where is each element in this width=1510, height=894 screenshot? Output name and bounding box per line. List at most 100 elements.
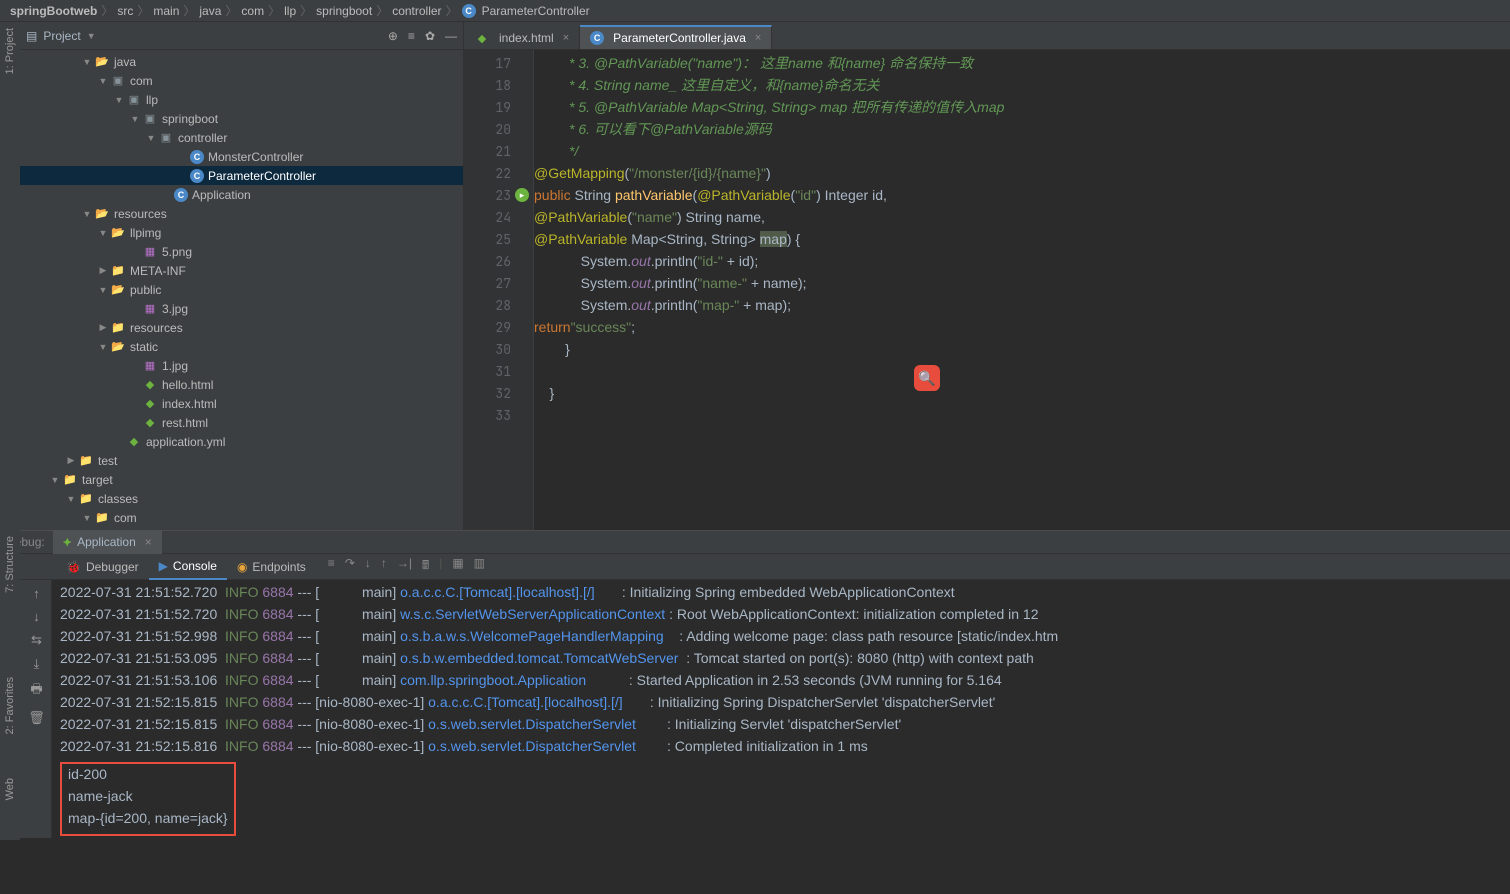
wrap-icon[interactable]: ⇆ xyxy=(31,632,42,648)
tree-item[interactable]: ▼📂llpimg xyxy=(20,223,463,242)
line-number[interactable]: 24 xyxy=(464,206,533,228)
tree-item[interactable]: ◆application.yml xyxy=(20,432,463,451)
project-tree[interactable]: ▼📂java▼▣com▼▣llp▼▣springboot▼▣controller… xyxy=(20,50,463,530)
log-line: 2022-07-31 21:52:15.815 INFO 6884 --- [n… xyxy=(60,694,1502,716)
endpoints-tab[interactable]: ◉Endpoints xyxy=(227,554,316,580)
close-icon[interactable]: × xyxy=(563,32,569,44)
favorites-tool-button[interactable]: 2: Favorites xyxy=(4,677,16,734)
down-icon[interactable]: ↓ xyxy=(33,609,40,624)
tree-item[interactable]: ▶📁META-INF xyxy=(20,261,463,280)
line-number[interactable]: 26 xyxy=(464,250,533,272)
step-into-icon[interactable]: ↓ xyxy=(365,556,371,577)
line-number[interactable]: 29 xyxy=(464,316,533,338)
tree-item[interactable]: ▦1.jpg xyxy=(20,356,463,375)
tree-item[interactable]: CMonsterController xyxy=(20,147,463,166)
console-output[interactable]: 2022-07-31 21:51:52.720 INFO 6884 --- [ … xyxy=(52,580,1510,838)
tree-label: 5.png xyxy=(162,245,192,259)
line-number[interactable]: 25 xyxy=(464,228,533,250)
close-icon[interactable]: × xyxy=(755,32,761,44)
folder-icon: 📁 xyxy=(110,264,126,278)
tree-item[interactable]: ▼📂resources xyxy=(20,204,463,223)
close-icon[interactable]: × xyxy=(145,535,152,549)
tree-item[interactable]: ▦5.png xyxy=(20,242,463,261)
layout2-icon[interactable]: ▥ xyxy=(474,556,485,577)
line-number[interactable]: 19 xyxy=(464,96,533,118)
crumb[interactable]: main xyxy=(153,4,179,18)
search-badge-icon[interactable]: 🔍 xyxy=(914,365,940,391)
dropdown-icon[interactable]: ▼ xyxy=(87,31,96,41)
tree-item[interactable]: C Application xyxy=(20,185,463,204)
expand-icon[interactable]: ≡ xyxy=(408,29,415,43)
line-number[interactable]: 30 xyxy=(464,338,533,360)
crumb[interactable]: llp xyxy=(284,4,296,18)
line-number[interactable]: 28 xyxy=(464,294,533,316)
tree-item[interactable]: CParameterController xyxy=(20,166,463,185)
line-number[interactable]: 18 xyxy=(464,74,533,96)
step-icon[interactable]: ≡ xyxy=(328,556,335,577)
tree-item[interactable]: ▼📂public xyxy=(20,280,463,299)
console-tab[interactable]: ▶Console xyxy=(149,554,227,580)
class-icon: C xyxy=(190,150,204,164)
print-icon[interactable]: 🖶 xyxy=(30,680,42,702)
clear-icon[interactable]: 🗑 xyxy=(28,710,45,726)
tree-label: Application xyxy=(192,188,251,202)
tree-item[interactable]: ▼▣springboot xyxy=(20,109,463,128)
web-tool-button[interactable]: Web xyxy=(4,778,16,800)
evaluate-icon[interactable]: 🖩 xyxy=(422,556,429,577)
tree-item[interactable]: ▼📁classes xyxy=(20,489,463,508)
tree-item[interactable]: ▼▣llp xyxy=(20,90,463,109)
tree-item[interactable]: ▼📂java xyxy=(20,52,463,71)
tree-item[interactable]: ▼📁target xyxy=(20,470,463,489)
tree-item[interactable]: ▼▣controller xyxy=(20,128,463,147)
editor-tab[interactable]: CParameterController.java× xyxy=(580,25,772,49)
code-editor[interactable]: * 3. @PathVariable("name")： 这里name 和{nam… xyxy=(534,50,1510,530)
line-number[interactable]: 20 xyxy=(464,118,533,140)
folder-icon: 📁 xyxy=(110,321,126,335)
tree-item[interactable]: ▼▣com xyxy=(20,71,463,90)
crumb[interactable]: java xyxy=(199,4,221,18)
project-title[interactable]: Project xyxy=(43,29,80,43)
project-tool-button[interactable]: 1: Project xyxy=(4,28,16,74)
tree-item[interactable]: ▦3.jpg xyxy=(20,299,463,318)
tree-item[interactable]: ▶📁resources xyxy=(20,318,463,337)
crumb[interactable]: springboot xyxy=(316,4,372,18)
crumb[interactable]: com xyxy=(241,4,264,18)
line-number[interactable]: 21 xyxy=(464,140,533,162)
crumb[interactable]: controller xyxy=(392,4,441,18)
crumb-file[interactable]: ParameterController xyxy=(482,4,590,18)
tree-item[interactable]: ▼📁com xyxy=(20,508,463,527)
tree-item[interactable]: ◆rest.html xyxy=(20,413,463,432)
debug-config-tab[interactable]: ⯌ Application × xyxy=(53,530,162,554)
class-icon: C xyxy=(174,188,188,202)
run-gutter-icon[interactable]: ▸ xyxy=(515,188,529,202)
up-icon[interactable]: ↑ xyxy=(33,586,40,601)
line-number[interactable]: 33 xyxy=(464,404,533,426)
structure-tool-button[interactable]: 7: Structure xyxy=(4,536,16,593)
tree-item[interactable]: ◆index.html xyxy=(20,394,463,413)
line-number[interactable]: 17 xyxy=(464,52,533,74)
code-line: * 3. @PathVariable("name")： 这里name 和{nam… xyxy=(534,53,973,73)
hide-icon[interactable]: — xyxy=(445,29,457,43)
run-to-icon[interactable]: →| xyxy=(397,556,412,577)
crumb[interactable]: src xyxy=(117,4,133,18)
line-number[interactable]: 32 xyxy=(464,382,533,404)
crumb[interactable]: springBootweb xyxy=(10,4,97,18)
layout-icon[interactable]: ▦ xyxy=(452,556,463,577)
settings-icon[interactable]: ✿ xyxy=(425,29,435,43)
tree-item[interactable]: ◆hello.html xyxy=(20,375,463,394)
tree-label: test xyxy=(98,454,117,468)
tree-item[interactable]: ▶📁test xyxy=(20,451,463,470)
line-number[interactable]: 27 xyxy=(464,272,533,294)
debugger-tab[interactable]: 🐞Debugger xyxy=(56,554,149,580)
editor-tab[interactable]: ◆index.html× xyxy=(464,25,580,49)
tree-item[interactable]: ▼📂static xyxy=(20,337,463,356)
locate-icon[interactable]: ⊕ xyxy=(388,29,398,43)
spring-icon: ⯌ xyxy=(63,535,72,550)
code-line: System.out.println("id-" + id); xyxy=(534,250,1510,272)
line-number[interactable]: 31 xyxy=(464,360,533,382)
step-over-icon[interactable]: ↷ xyxy=(345,556,355,577)
line-number[interactable]: 23▸ xyxy=(464,184,533,206)
step-out-icon[interactable]: ↑ xyxy=(381,556,387,577)
line-number[interactable]: 22 xyxy=(464,162,533,184)
scroll-icon[interactable]: ⤓ xyxy=(34,656,40,672)
